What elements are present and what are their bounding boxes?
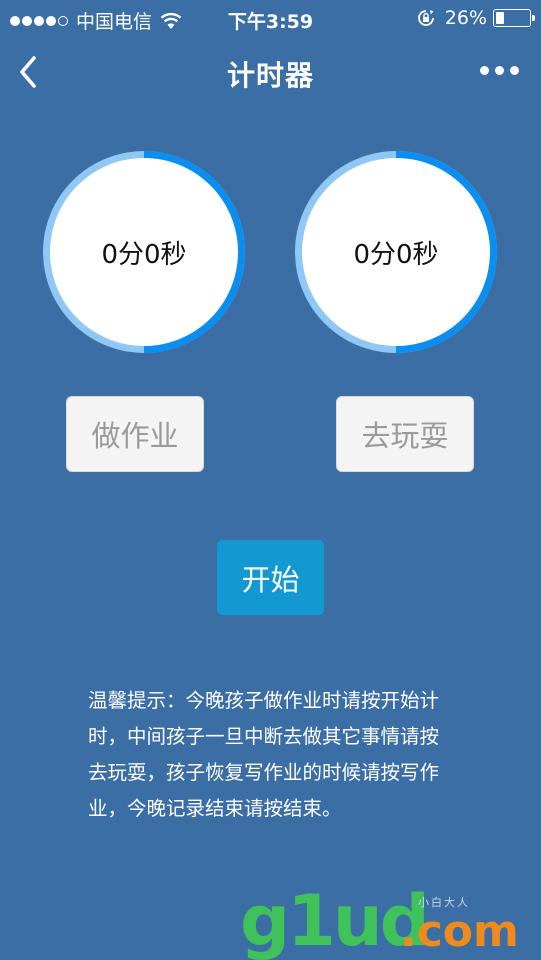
go-play-button[interactable]: 去玩耍 <box>336 396 474 472</box>
page-title: 计时器 <box>226 59 314 92</box>
battery-percent: 26% <box>444 7 487 29</box>
rotation-lock-icon <box>417 10 434 26</box>
watermark-suffix: .com <box>400 906 519 957</box>
watermark-small: 小白大人 <box>418 896 470 909</box>
watermark-main: g1ud <box>240 880 430 960</box>
do-homework-button[interactable]: 做作业 <box>66 396 204 472</box>
play-timer: 0分0秒 <box>288 144 504 360</box>
start-button[interactable]: 开始 <box>217 540 324 615</box>
status-bar: 中国电信 下午3:59 26% <box>0 0 541 36</box>
battery-icon <box>493 9 535 27</box>
tip-text: 温馨提示：今晚孩子做作业时请按开始计时，中间孩子一旦中断去做其它事情请按去玩耍，… <box>88 689 440 820</box>
watermark-logo: g1ud .com 小白大人 <box>240 886 540 960</box>
play-timer-value: 0分0秒 <box>353 239 439 270</box>
homework-timer: 0分0秒 <box>36 144 252 360</box>
homework-timer-value: 0分0秒 <box>101 239 187 270</box>
more-dots-icon[interactable] <box>474 66 519 75</box>
status-bar-right: 26% <box>417 7 535 29</box>
battery-fill <box>496 12 504 24</box>
nav-bar: 计时器 <box>0 36 541 108</box>
